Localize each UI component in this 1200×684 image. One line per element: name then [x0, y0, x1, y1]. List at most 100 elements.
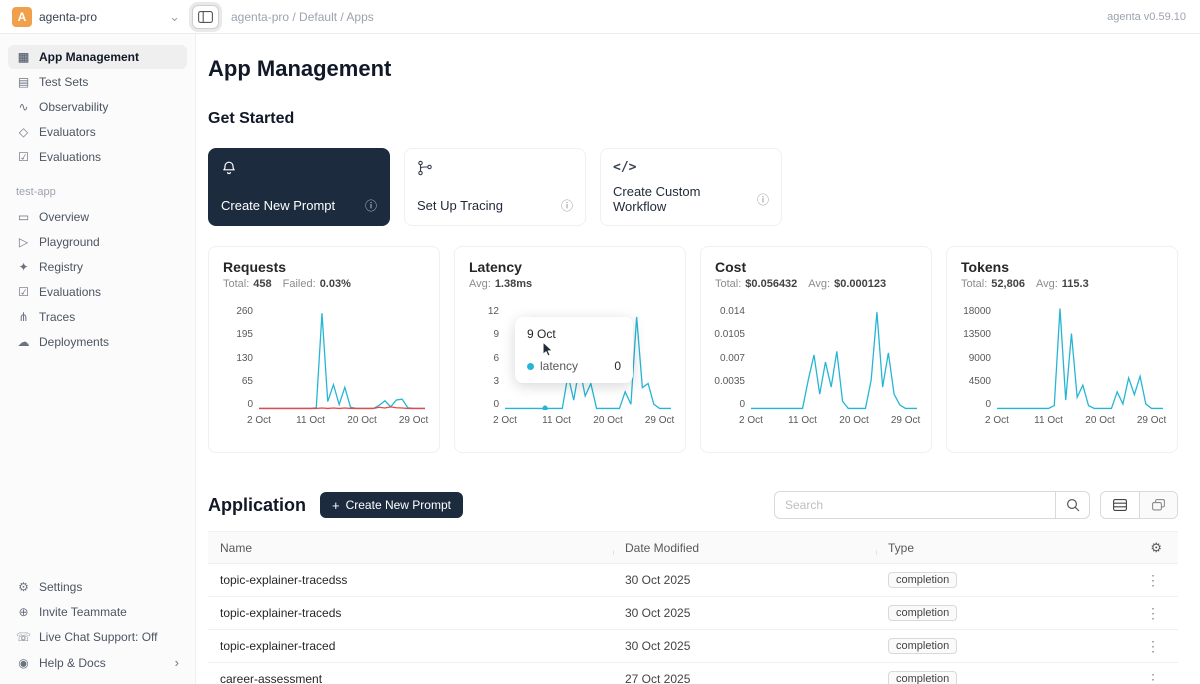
info-icon[interactable]: ⓘ — [365, 197, 377, 214]
column-header-type[interactable]: Type — [876, 541, 1130, 555]
get-started-heading: Get Started — [208, 110, 1178, 128]
stat-card-requests: Requests Total:458 Failed:0.03% 26019513… — [208, 246, 440, 453]
sidebar-item-test-sets[interactable]: ▤ Test Sets — [8, 70, 187, 94]
card-label: Set Up Tracing — [417, 198, 503, 213]
panel-toggle-icon — [198, 11, 213, 23]
table-row-career-assessment[interactable]: career-assessment 27 Oct 2025 completion… — [208, 663, 1178, 684]
stat-title: Cost — [715, 259, 917, 275]
breadcrumb[interactable]: agenta-pro / Default / Apps — [231, 10, 374, 24]
table-header: Name Date Modified Type ⚙ — [208, 532, 1178, 564]
sidebar-item-traces[interactable]: ⋔ Traces — [8, 305, 187, 329]
sidebar-item-invite-teammate[interactable]: ⊕ Invite Teammate — [8, 600, 187, 624]
column-header-date-modified[interactable]: Date Modified — [613, 541, 876, 555]
stat-subtitle: Total:458 Failed:0.03% — [223, 278, 425, 290]
app-grid-icon: ▦ — [16, 50, 31, 64]
app-type-badge: completion — [888, 605, 957, 621]
stat-title: Latency — [469, 259, 671, 275]
y-axis-labels: 0.0140.01050.0070.00350 — [715, 306, 751, 410]
sidebar-item-label: Playground — [39, 235, 100, 249]
info-icon[interactable]: ⓘ — [561, 197, 573, 214]
sidebar-item-app-management[interactable]: ▦ App Management — [8, 45, 187, 69]
set-up-tracing-card[interactable]: Set Up Tracing ⓘ — [404, 148, 586, 226]
table-row-topic-explainer-tracedss[interactable]: topic-explainer-tracedss 30 Oct 2025 com… — [208, 564, 1178, 597]
row-menu-button[interactable]: ⋮ — [1142, 671, 1164, 684]
application-heading: Application — [208, 495, 306, 516]
sidebar-item-label: Evaluations — [39, 150, 101, 164]
table-view-button[interactable] — [1101, 492, 1139, 518]
x-axis-labels: 2 Oct11 Oct20 Oct29 Oct — [505, 410, 671, 428]
main-content: App Management Get Started Create New Pr… — [196, 34, 1200, 684]
table-row-topic-explainer-traced[interactable]: topic-explainer-traced 30 Oct 2025 compl… — [208, 630, 1178, 663]
sidebar: ▦ App Management ▤ Test Sets ∿ Observabi… — [0, 34, 196, 684]
requests-chart[interactable] — [259, 306, 425, 410]
sidebar-item-registry[interactable]: ✦ Registry — [8, 255, 187, 279]
evaluations-icon: ☑ — [16, 285, 31, 299]
stat-title: Requests — [223, 259, 425, 275]
create-custom-workflow-card[interactable]: </> Create Custom Workflow ⓘ — [600, 148, 782, 226]
stat-subtitle: Total:$0.056432 Avg:$0.000123 — [715, 278, 917, 290]
sidebar-toggle-button[interactable] — [192, 5, 219, 29]
row-menu-button[interactable]: ⋮ — [1142, 605, 1164, 621]
stats-row: Requests Total:458 Failed:0.03% 26019513… — [208, 246, 1178, 453]
tokens-chart[interactable] — [997, 306, 1163, 410]
chat-icon: ☏ — [16, 630, 31, 644]
app-date-modified: 27 Oct 2025 — [613, 672, 876, 684]
column-header-name[interactable]: Name — [208, 541, 613, 555]
app-name: career-assessment — [208, 672, 613, 684]
registry-icon: ✦ — [16, 260, 31, 274]
table-row-topic-explainer-traceds[interactable]: topic-explainer-traceds 30 Oct 2025 comp… — [208, 597, 1178, 630]
sidebar-item-evaluations[interactable]: ☑ Evaluations — [8, 280, 187, 304]
sidebar-item-live-chat-support[interactable]: ☏ Live Chat Support: Off — [8, 625, 187, 649]
sidebar-item-settings[interactable]: ⚙ Settings — [8, 575, 187, 599]
search-group — [774, 491, 1090, 519]
cost-chart[interactable] — [751, 306, 917, 410]
workspace-name: agenta-pro — [39, 10, 97, 24]
table-settings-gear-icon[interactable]: ⚙ — [1150, 540, 1162, 555]
sidebar-item-label: Overview — [39, 210, 89, 224]
row-menu-button[interactable]: ⋮ — [1142, 572, 1164, 588]
sidebar-item-label: App Management — [39, 50, 139, 64]
table-view-icon — [1113, 499, 1127, 511]
app-date-modified: 30 Oct 2025 — [613, 639, 876, 653]
info-icon[interactable]: ⓘ — [757, 191, 769, 208]
sidebar-item-label: Invite Teammate — [39, 605, 127, 619]
settings-gear-icon: ⚙ — [16, 580, 31, 594]
search-button[interactable] — [1056, 491, 1090, 519]
traces-icon: ⋔ — [16, 310, 31, 324]
sidebar-item-observability[interactable]: ∿ Observability — [8, 95, 187, 119]
sidebar-item-playground[interactable]: ▷ Playground — [8, 230, 187, 254]
create-new-prompt-button[interactable]: + Create New Prompt — [320, 492, 463, 518]
sidebar-item-label: Help & Docs — [39, 656, 106, 670]
sidebar-item-evaluators[interactable]: ◇ Evaluators — [8, 120, 187, 144]
get-started-cards: Create New Prompt ⓘ Set Up Tracing ⓘ </> — [208, 148, 1178, 226]
playground-icon: ▷ — [16, 235, 31, 249]
sidebar-item-overview[interactable]: ▭ Overview — [8, 205, 187, 229]
sidebar-item-help-docs[interactable]: ◉ Help & Docs › — [8, 650, 187, 675]
sidebar-item-deployments[interactable]: ☁ Deployments — [8, 330, 187, 354]
sidebar-app-nav: ▭ Overview ▷ Playground ✦ Registry ☑ Eva… — [0, 204, 195, 355]
x-axis-labels: 2 Oct11 Oct20 Oct29 Oct — [997, 410, 1163, 428]
sidebar-item-label: Settings — [39, 580, 82, 594]
sidebar-item-evaluations[interactable]: ☑ Evaluations — [8, 145, 187, 169]
sidebar-item-label: Observability — [39, 100, 108, 114]
invite-icon: ⊕ — [16, 605, 31, 619]
card-view-button[interactable] — [1139, 492, 1177, 518]
row-menu-button[interactable]: ⋮ — [1142, 638, 1164, 654]
y-axis-labels: 129630 — [469, 306, 505, 410]
app-name: topic-explainer-traced — [208, 639, 613, 653]
sidebar-item-label: Deployments — [39, 335, 109, 349]
workspace-selector[interactable]: A agenta-pro ⌄ — [0, 7, 188, 27]
plus-icon: + — [332, 499, 340, 512]
stat-title: Tokens — [961, 259, 1163, 275]
create-new-prompt-card[interactable]: Create New Prompt ⓘ — [208, 148, 390, 226]
sidebar-item-label: Traces — [39, 310, 75, 324]
tracing-branch-icon — [417, 160, 433, 176]
table-body: topic-explainer-tracedss 30 Oct 2025 com… — [208, 564, 1178, 684]
stat-card-latency: Latency Avg:1.38ms 129630 2 Oct11 Oct20 … — [454, 246, 686, 453]
code-icon: </> — [613, 160, 769, 175]
deployments-icon: ☁ — [16, 335, 31, 349]
search-input[interactable] — [774, 491, 1056, 519]
top-bar: A agenta-pro ⌄ agenta-pro / Default / Ap… — [0, 0, 1200, 34]
chevron-down-icon: ⌄ — [169, 14, 180, 20]
sidebar-item-label: Evaluators — [39, 125, 96, 139]
